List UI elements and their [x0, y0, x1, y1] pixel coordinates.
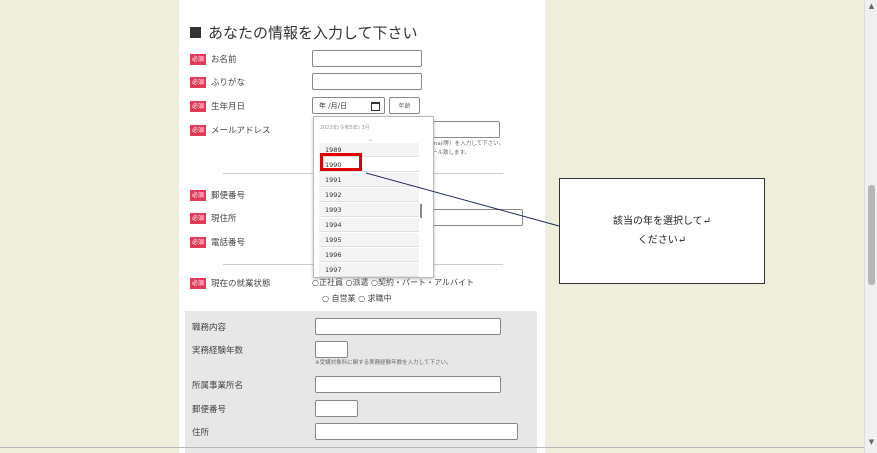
- scroll-up-arrow-icon[interactable]: ▲: [865, 2, 877, 10]
- instruction-callout: 該当の年を選択して↵ ください↵: [559, 178, 765, 284]
- scroll-down-arrow-icon[interactable]: ▼: [865, 438, 877, 446]
- bottom-border: [0, 447, 864, 448]
- document-scrollbar[interactable]: ▲ ▼: [864, 0, 877, 453]
- scrollbar-thumb[interactable]: [868, 185, 875, 285]
